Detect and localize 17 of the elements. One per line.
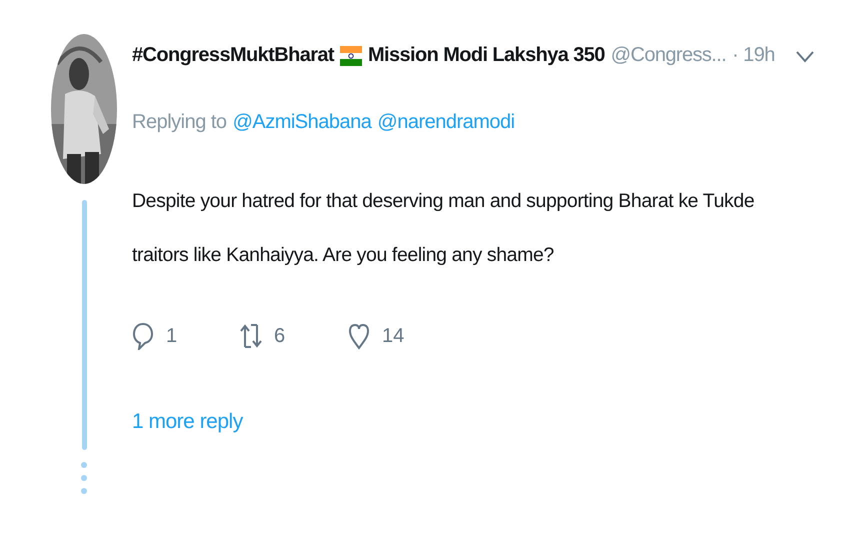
caret-icon[interactable] [794, 48, 815, 62]
action-count: 14 [382, 324, 404, 348]
more-replies-link[interactable]: 1 more reply [132, 410, 243, 434]
replying-label: Replying to [132, 111, 227, 134]
heart-icon[interactable] [348, 322, 370, 350]
action-count: 1 [166, 324, 178, 348]
mention-link[interactable]: @AzmiShabana [232, 111, 372, 134]
retweet-icon[interactable] [240, 322, 262, 350]
tweet-time[interactable]: · 19h [732, 44, 775, 67]
user-handle[interactable]: @Congress... [610, 44, 726, 67]
display-name[interactable]: #CongressMuktBharat [132, 44, 334, 67]
flag-icon [340, 46, 362, 66]
mention-link[interactable]: @narendramodi [377, 111, 515, 134]
action-count: 6 [274, 324, 286, 348]
display-name[interactable]: Mission Modi Lakshya 350 [368, 44, 605, 67]
reply-icon[interactable] [132, 322, 154, 350]
tweet-text: Despite your hatred for that deserving man and supporting Bharat ke Tukde traitors like Kanhaiyya. Are you feeling any shame? [132, 189, 756, 268]
